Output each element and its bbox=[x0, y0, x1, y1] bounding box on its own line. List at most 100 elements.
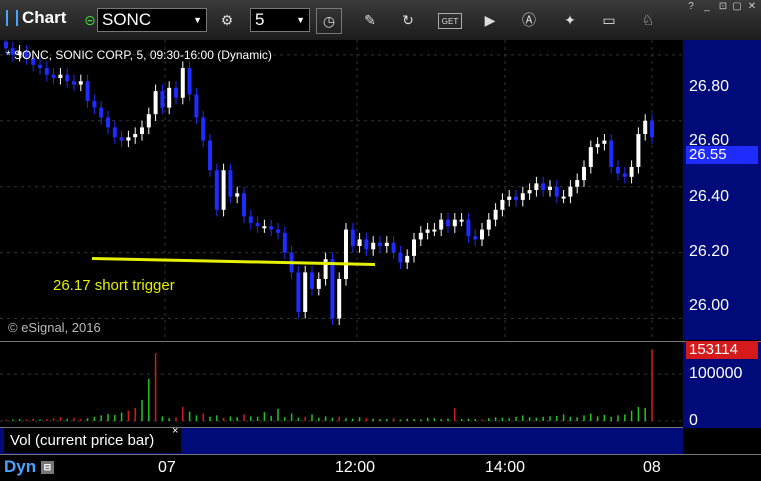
candle-body bbox=[235, 193, 240, 197]
symbol-value: SONC bbox=[102, 10, 152, 29]
clock-icon[interactable]: ◷ bbox=[316, 8, 342, 34]
candle-body bbox=[58, 74, 63, 78]
candle-body bbox=[303, 272, 308, 312]
chart-title: * SONC, SONIC CORP, 5, 09:30-16:00 (Dyna… bbox=[6, 48, 272, 62]
symbol-input[interactable]: SONC ▼ bbox=[97, 8, 207, 32]
candle-body bbox=[296, 272, 301, 312]
candle-body bbox=[391, 242, 396, 253]
dyn-label-text: Dyn bbox=[4, 457, 37, 476]
candle-body bbox=[500, 199, 505, 210]
chart-app-icon bbox=[6, 10, 18, 26]
candle-body bbox=[473, 236, 478, 240]
candle-body bbox=[480, 229, 484, 240]
candle-body bbox=[643, 120, 648, 134]
candle-body bbox=[337, 278, 342, 319]
time-tick: 14:00 bbox=[485, 459, 526, 476]
candle-body bbox=[452, 219, 457, 227]
candle-body bbox=[568, 186, 573, 197]
candle-body bbox=[72, 81, 76, 85]
dyn-label[interactable]: Dyn ⊟ bbox=[4, 457, 54, 477]
trigger-annotation: 26.17 short trigger bbox=[53, 277, 175, 294]
candle-body bbox=[425, 229, 430, 233]
candle-body bbox=[534, 183, 539, 190]
app-title: Chart bbox=[6, 8, 66, 28]
get-icon[interactable]: GET bbox=[438, 13, 462, 29]
play-icon[interactable]: ▶ bbox=[478, 8, 502, 32]
candle-body bbox=[636, 133, 641, 167]
twitter-icon[interactable]: ♘ bbox=[636, 8, 660, 32]
candle-body bbox=[310, 272, 314, 289]
candle-body bbox=[602, 140, 607, 144]
candle-body bbox=[466, 219, 471, 237]
settings-gear-icon[interactable]: ⚙ bbox=[215, 8, 239, 32]
refresh-icon[interactable]: ↻ bbox=[396, 8, 420, 32]
candle-body bbox=[92, 101, 97, 108]
time-axis[interactable]: Dyn ⊟ 07 12:00 14:00 08 bbox=[0, 454, 761, 481]
candle-body bbox=[38, 64, 42, 69]
candle-body bbox=[344, 229, 348, 279]
candle-body bbox=[174, 87, 178, 98]
candle-body bbox=[112, 127, 117, 138]
candle-body bbox=[398, 252, 403, 263]
volume-chart[interactable] bbox=[0, 341, 683, 428]
alert-icon[interactable]: Ⓐ bbox=[517, 8, 541, 32]
candle-body bbox=[378, 242, 382, 247]
candle-body bbox=[357, 239, 362, 247]
candle-body bbox=[493, 209, 498, 220]
candle-body bbox=[446, 219, 450, 227]
candle-body bbox=[187, 68, 192, 95]
close-volume-panel-icon[interactable]: × bbox=[172, 425, 178, 437]
time-tick: 08 bbox=[643, 459, 661, 476]
interval-select[interactable]: 5 ▼ bbox=[250, 8, 310, 32]
candle-body bbox=[561, 196, 566, 199]
candle-body bbox=[119, 137, 124, 141]
candle-body bbox=[65, 74, 70, 82]
candle-body bbox=[629, 166, 634, 177]
app-title-text: Chart bbox=[22, 8, 67, 27]
candle-body bbox=[527, 190, 532, 194]
candle-body bbox=[541, 183, 546, 190]
candle-body bbox=[276, 229, 280, 233]
candle-body bbox=[255, 222, 260, 227]
candle-body bbox=[194, 94, 199, 118]
candle-body bbox=[106, 117, 110, 128]
candle-body bbox=[371, 242, 376, 250]
candle-body bbox=[133, 133, 138, 138]
copyright: © eSignal, 2016 bbox=[8, 320, 101, 335]
candle-body bbox=[78, 81, 83, 85]
price-tick: 26.00 bbox=[689, 297, 730, 314]
candle-body bbox=[99, 107, 104, 118]
comment-icon[interactable]: ▭ bbox=[597, 8, 621, 32]
candle-body bbox=[126, 137, 131, 141]
candle-body bbox=[221, 170, 226, 210]
symbol-dropdown-icon[interactable]: ▼ bbox=[193, 9, 202, 31]
candle-body bbox=[167, 87, 172, 108]
minimize-icon[interactable]: _ bbox=[700, 1, 714, 13]
candle-body bbox=[609, 140, 614, 167]
price-chart[interactable] bbox=[0, 35, 683, 340]
candle-body bbox=[439, 219, 444, 230]
price-tick: 26.40 bbox=[689, 188, 730, 205]
price-axis[interactable]: 26.80 26.60 26.40 26.20 26.00 bbox=[683, 40, 761, 340]
candle-body bbox=[85, 81, 90, 102]
candle-body bbox=[588, 147, 593, 167]
pencil-icon[interactable]: ✎ bbox=[358, 8, 382, 32]
candle-body bbox=[228, 170, 233, 197]
tag-icon[interactable]: ✦ bbox=[558, 8, 582, 32]
candle-body bbox=[242, 193, 246, 217]
candle-body bbox=[364, 239, 369, 250]
candle-body bbox=[616, 166, 620, 174]
link-window-icon[interactable]: ⊡ bbox=[716, 1, 730, 13]
current-volume-badge: 153114 bbox=[686, 341, 758, 359]
lock-icon[interactable]: ⊟ bbox=[40, 461, 54, 475]
candle-body bbox=[282, 232, 287, 253]
candle-body bbox=[575, 180, 580, 187]
time-tick: 07 bbox=[158, 459, 176, 476]
close-icon[interactable]: ✕ bbox=[745, 1, 759, 13]
help-icon[interactable]: ? bbox=[684, 1, 698, 13]
volume-panel-label: Vol (current price bar) bbox=[4, 428, 181, 453]
maximize-icon[interactable]: ▢ bbox=[730, 1, 744, 13]
interval-dropdown-icon[interactable]: ▼ bbox=[296, 9, 305, 31]
candle-body bbox=[153, 91, 158, 115]
candle-body bbox=[384, 242, 389, 247]
